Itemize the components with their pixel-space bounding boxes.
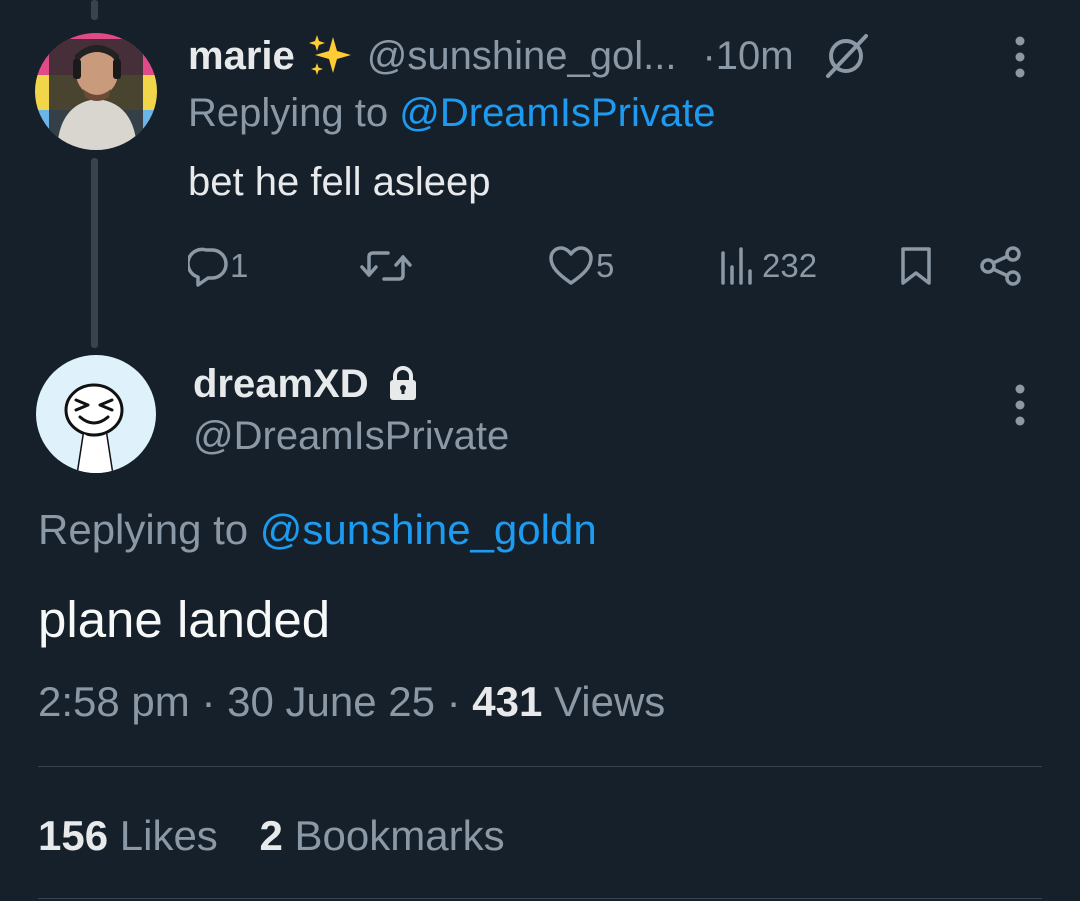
share-icon xyxy=(980,246,1021,286)
meta-separator: · xyxy=(201,678,228,725)
main-avatar[interactable] xyxy=(36,355,156,473)
reply-button[interactable]: 1 xyxy=(188,243,248,289)
bookmarks-count: 2 xyxy=(259,812,283,859)
retweet-icon xyxy=(360,251,412,281)
views-label: Views xyxy=(554,678,666,725)
main-text: plane landed xyxy=(38,591,331,648)
likes-label: Likes xyxy=(119,812,218,859)
main-display-name[interactable]: dreamXD xyxy=(193,362,369,407)
thread-line xyxy=(91,158,98,348)
like-button[interactable]: 5 xyxy=(548,243,614,289)
meta-separator: · xyxy=(446,678,473,725)
reply-count: 1 xyxy=(230,247,249,284)
bookmark-icon xyxy=(901,247,931,285)
tweet-date[interactable]: 30 June 25 xyxy=(227,678,435,725)
reply-time[interactable]: ·10m xyxy=(702,34,793,79)
reply-name-row: marie @sunshine_gol... ·10m xyxy=(188,28,870,84)
bookmarks-stat[interactable]: 2 Bookmarks xyxy=(259,812,504,859)
likes-count: 156 xyxy=(38,812,109,859)
main-replying-prefix: Replying to xyxy=(38,506,249,553)
views-button[interactable]: 232 xyxy=(718,243,817,289)
likes-stat[interactable]: 156 Likes xyxy=(38,812,229,859)
reply-replying-handle[interactable]: @DreamIsPrivate xyxy=(399,91,715,135)
like-icon xyxy=(549,246,593,285)
views-icon xyxy=(721,247,752,285)
divider-bottom xyxy=(38,898,1042,899)
thread-line-top xyxy=(91,0,98,20)
main-more-icon[interactable] xyxy=(1010,384,1030,431)
bookmark-button[interactable] xyxy=(898,243,934,289)
like-count: 5 xyxy=(596,247,615,284)
views-total: 431 xyxy=(472,678,543,725)
reply-more-icon[interactable] xyxy=(1010,36,1030,83)
tweet-time[interactable]: 2:58 pm xyxy=(38,678,190,725)
reply-replying-to: Replying to @DreamIsPrivate xyxy=(188,91,715,136)
reply-replying-prefix: Replying to xyxy=(188,91,389,135)
main-name-row: dreamXD xyxy=(193,356,419,412)
main-handle[interactable]: @DreamIsPrivate xyxy=(193,414,509,459)
sparkles-emoji xyxy=(307,33,353,79)
engagement-stats: 156 Likes 2 Bookmarks xyxy=(38,812,505,860)
main-replying-to: Replying to @sunshine_goldn xyxy=(38,506,597,554)
divider xyxy=(38,766,1042,767)
views-count: 232 xyxy=(762,247,818,284)
retweet-button[interactable] xyxy=(360,243,412,289)
reply-handle[interactable]: @sunshine_gol... xyxy=(367,34,677,79)
reply-text: bet he fell asleep xyxy=(188,160,491,204)
reply-avatar[interactable] xyxy=(35,33,157,150)
reply-display-name[interactable]: marie xyxy=(188,34,295,79)
bookmarks-label: Bookmarks xyxy=(294,812,505,859)
main-replying-handle[interactable]: @sunshine_goldn xyxy=(260,506,597,553)
grok-icon[interactable] xyxy=(822,32,870,80)
reply-icon xyxy=(188,247,228,287)
lock-icon xyxy=(387,366,419,402)
share-button[interactable] xyxy=(978,243,1024,289)
meta-row: 2:58 pm · 30 June 25 · 431 Views xyxy=(38,678,665,726)
